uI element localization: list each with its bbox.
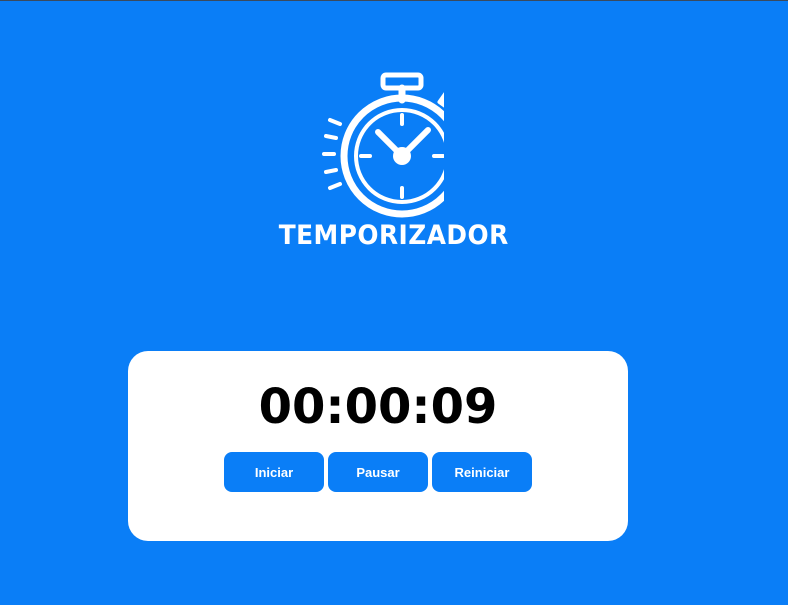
stopwatch-icon bbox=[322, 72, 444, 218]
app-logo: TEMPORIZADOR bbox=[270, 68, 509, 260]
start-button[interactable]: Iniciar bbox=[224, 452, 324, 492]
timer-controls: Iniciar Pausar Reiniciar bbox=[224, 452, 532, 492]
timer-card: 00:00:09 Iniciar Pausar Reiniciar bbox=[128, 351, 628, 541]
pause-button[interactable]: Pausar bbox=[328, 452, 428, 492]
app-title: TEMPORIZADOR bbox=[278, 220, 509, 251]
timer-display: 00:00:09 bbox=[258, 379, 498, 435]
window-top-edge bbox=[0, 0, 788, 1]
reset-button[interactable]: Reiniciar bbox=[432, 452, 532, 492]
